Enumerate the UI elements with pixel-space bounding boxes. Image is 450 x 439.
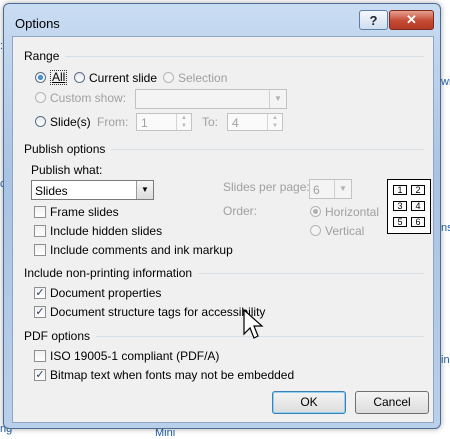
- title-bar[interactable]: Options ? ✕: [4, 4, 440, 36]
- publish-what-dropdown[interactable]: Slides ▼: [31, 180, 154, 200]
- to-label: To:: [202, 115, 219, 129]
- include-hidden-label[interactable]: Include hidden slides: [50, 224, 162, 238]
- slides-range-label[interactable]: Slide(s): [50, 115, 91, 129]
- chevron-down-icon: ▼: [334, 180, 351, 198]
- include-comments-label[interactable]: Include comments and ink markup: [50, 243, 233, 257]
- to-value: 4: [232, 116, 239, 130]
- slides-per-page-value: 6: [313, 183, 320, 197]
- iso-compliant-checkbox[interactable]: [34, 350, 46, 362]
- preview-cell: 6: [411, 217, 425, 227]
- dialog-title: Options: [15, 16, 60, 31]
- range-section-header: Range: [24, 49, 424, 63]
- structure-tags-checkbox[interactable]: ✓: [34, 306, 46, 318]
- preview-cell: 5: [393, 217, 407, 227]
- pdf-heading: PDF options: [24, 329, 91, 343]
- slides-per-page-label: Slides per page:: [223, 180, 310, 194]
- publish-what-label: Publish what:: [31, 163, 103, 177]
- nonprinting-section-header: Include non-printing information: [24, 266, 424, 280]
- mouse-cursor-icon: [243, 309, 264, 339]
- current-slide-label[interactable]: Current slide: [89, 71, 157, 85]
- frame-slides-checkbox[interactable]: [34, 206, 46, 218]
- selection-radio[interactable]: [163, 72, 174, 83]
- slides-range-radio[interactable]: [35, 116, 46, 127]
- order-horizontal-radio[interactable]: [310, 206, 321, 217]
- pdf-section-header: PDF options: [24, 329, 424, 343]
- include-hidden-checkbox[interactable]: [34, 225, 46, 237]
- iso-compliant-label[interactable]: ISO 19005-1 compliant (PDF/A): [50, 349, 219, 363]
- range-heading: Range: [24, 49, 60, 63]
- help-icon: ?: [369, 12, 378, 28]
- layout-preview: 1 2 3 4 5 6: [387, 179, 431, 234]
- range-all-radio[interactable]: [35, 72, 46, 83]
- preview-cell: 2: [411, 185, 425, 195]
- chevron-down-icon: ▼: [269, 90, 286, 108]
- publish-what-value: Slides: [35, 184, 68, 198]
- close-button[interactable]: ✕: [389, 10, 434, 30]
- custom-show-radio[interactable]: [35, 92, 46, 103]
- order-vertical-radio[interactable]: [310, 225, 321, 236]
- structure-tags-label[interactable]: Document structure tags for accessibilit…: [50, 305, 265, 319]
- current-slide-radio[interactable]: [74, 72, 85, 83]
- selection-label[interactable]: Selection: [178, 71, 227, 85]
- bitmap-text-checkbox[interactable]: ✓: [34, 369, 46, 381]
- spinner-arrows-icon[interactable]: ▲ ▼: [176, 114, 191, 130]
- include-comments-checkbox[interactable]: [34, 244, 46, 256]
- spinner-arrows-icon[interactable]: ▲ ▼: [267, 114, 282, 130]
- ok-button[interactable]: OK: [272, 391, 346, 414]
- preview-cell: 3: [393, 201, 407, 211]
- document-properties-label[interactable]: Document properties: [50, 286, 161, 300]
- from-value: 1: [141, 116, 148, 130]
- background-text: wn: [441, 76, 450, 88]
- preview-cell: 4: [411, 201, 425, 211]
- options-dialog: Options ? ✕ Range All Current slide Sele…: [3, 3, 441, 429]
- document-properties-checkbox[interactable]: ✓: [34, 287, 46, 299]
- order-label: Order:: [223, 204, 258, 218]
- slides-per-page-dropdown[interactable]: 6 ▼: [309, 179, 352, 199]
- cancel-button[interactable]: Cancel: [355, 391, 429, 414]
- background-text: ns: [441, 222, 450, 234]
- range-all-label[interactable]: All: [50, 70, 68, 85]
- background-text: ing: [441, 354, 450, 366]
- chevron-down-icon: ▼: [136, 181, 153, 199]
- order-horizontal-label[interactable]: Horizontal: [325, 205, 379, 219]
- order-vertical-label[interactable]: Vertical: [325, 224, 364, 238]
- from-spinner[interactable]: 1 ▲ ▼: [136, 113, 192, 131]
- from-label: From:: [97, 115, 129, 129]
- publish-section-header: Publish options: [24, 142, 424, 156]
- preview-cell: 1: [393, 185, 407, 195]
- custom-show-dropdown[interactable]: ▼: [135, 89, 287, 109]
- to-spinner[interactable]: 4 ▲ ▼: [227, 113, 283, 131]
- publish-heading: Publish options: [24, 142, 106, 156]
- frame-slides-label[interactable]: Frame slides: [50, 205, 119, 219]
- close-icon: ✕: [406, 12, 417, 27]
- help-button[interactable]: ?: [359, 10, 388, 30]
- custom-show-label[interactable]: Custom show:: [50, 91, 126, 105]
- dialog-body: Range All Current slide Selection Custom…: [12, 36, 434, 423]
- bitmap-text-label[interactable]: Bitmap text when fonts may not be embedd…: [50, 368, 294, 382]
- nonprinting-heading: Include non-printing information: [24, 266, 193, 280]
